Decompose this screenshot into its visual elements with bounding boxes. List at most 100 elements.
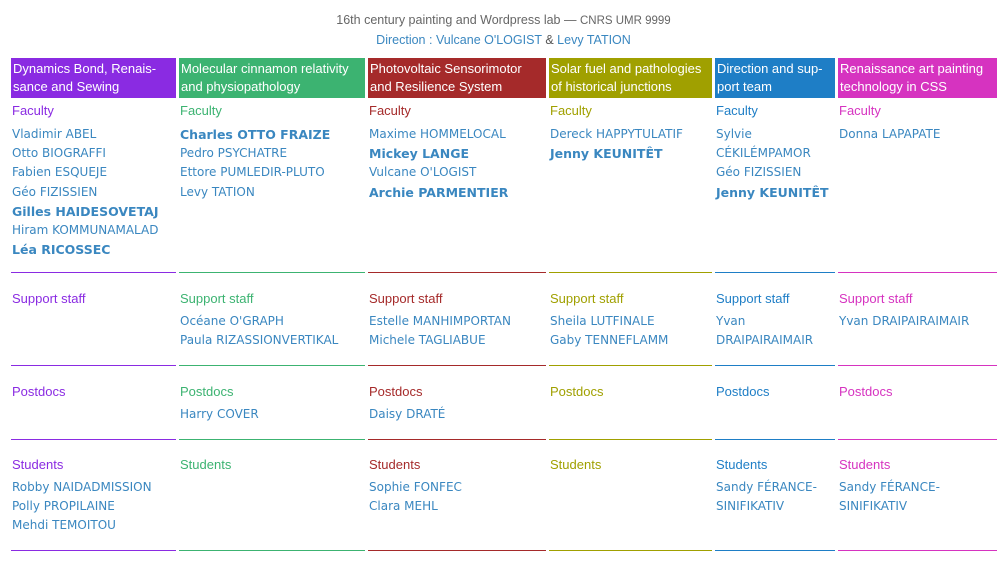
postdocs-list: Harry COVER: [180, 405, 259, 424]
person-link[interactable]: Yvan: [716, 312, 813, 331]
section-divider: [11, 439, 176, 440]
postdocs-label: Postdocs: [550, 384, 604, 399]
section-divider: [11, 365, 176, 366]
person-link[interactable]: Harry COVER: [180, 405, 259, 424]
person-link[interactable]: Charles OTTO FRAIZE: [180, 125, 330, 144]
students-label: Students: [839, 457, 891, 472]
person-link[interactable]: Fabien ESQUEJE: [12, 163, 158, 182]
person-link[interactable]: Daisy DRATÉ: [369, 405, 445, 424]
section-divider: [838, 439, 997, 440]
person-link[interactable]: Maxime HOMMELOCAL: [369, 125, 508, 144]
director-link-1[interactable]: Vulcane O'LOGIST: [436, 33, 542, 47]
person-link[interactable]: Gaby TENNEFLAMM: [550, 331, 668, 350]
lab-unit: CNRS UMR 9999: [579, 15, 671, 27]
team-header[interactable]: Solar fuel and pathologies of historical…: [549, 58, 712, 98]
person-link[interactable]: Archie PARMENTIER: [369, 183, 508, 202]
students-label: Students: [716, 457, 768, 472]
section-divider: [549, 272, 712, 273]
person-link[interactable]: Jenny KEUNITÊT: [550, 144, 683, 163]
person-link[interactable]: Hiram KOMMUNAMALAD: [12, 221, 158, 240]
team-title-line2: and physiopathology: [181, 79, 301, 94]
person-link[interactable]: Géo FIZISSIEN: [12, 183, 158, 202]
support-label: Support staff: [180, 291, 254, 306]
section-divider: [368, 365, 546, 366]
person-link[interactable]: Géo FIZISSIEN: [716, 163, 829, 182]
students-label: Students: [369, 457, 421, 472]
team-title-line2: sance and Sewing: [13, 79, 120, 94]
faculty-label: Faculty: [839, 103, 881, 118]
team-title-line1: Direction and sup-: [717, 61, 823, 76]
postdocs-label: Postdocs: [12, 384, 66, 399]
person-link[interactable]: SINIFIKATIV: [839, 497, 940, 516]
person-link[interactable]: Jenny KEUNITÊT: [716, 183, 829, 202]
person-link[interactable]: Clara MEHL: [369, 497, 462, 516]
team-header[interactable]: Molecular cinnamon relativity and physio…: [179, 58, 365, 98]
support-label: Support staff: [839, 291, 913, 306]
team-column-dynamics: Dynamics Bond, Renais- sance and Sewing …: [11, 58, 176, 551]
person-link[interactable]: Dereck HAPPYTULATIF: [550, 125, 683, 144]
person-link[interactable]: Pedro PSYCHATRE: [180, 144, 330, 163]
person-link[interactable]: Gilles HAIDESOVETAJ: [12, 202, 158, 221]
faculty-label: Faculty: [180, 103, 222, 118]
team-column-direction: Direction and sup- port team Faculty Syl…: [715, 58, 835, 551]
direction-label: Direction :: [376, 33, 433, 47]
section-divider: [11, 550, 176, 551]
person-link[interactable]: Levy TATION: [180, 183, 330, 202]
page-header: 16th century painting and Wordpress lab …: [0, 11, 1007, 50]
direction-line: Direction : Vulcane O'LOGIST & Levy TATI…: [0, 31, 1007, 50]
section-divider: [715, 365, 835, 366]
section-divider: [715, 272, 835, 273]
person-link[interactable]: DRAIPAIRAIMAIR: [716, 331, 813, 350]
section-divider: [838, 365, 997, 366]
person-link[interactable]: Vulcane O'LOGIST: [369, 163, 508, 182]
person-link[interactable]: Mickey LANGE: [369, 144, 508, 163]
faculty-label: Faculty: [716, 103, 758, 118]
person-link[interactable]: Océane O'GRAPH: [180, 312, 338, 331]
team-title-line2: technology in CSS: [840, 79, 947, 94]
team-header[interactable]: Dynamics Bond, Renais- sance and Sewing: [11, 58, 176, 98]
person-link[interactable]: Ettore PUMLEDIR-PLUTO: [180, 163, 330, 182]
director-link-2[interactable]: Levy TATION: [557, 33, 631, 47]
person-link[interactable]: Vladimir ABEL: [12, 125, 158, 144]
person-link[interactable]: Michele TAGLIABUE: [369, 331, 511, 350]
person-link[interactable]: Léa RICOSSEC: [12, 240, 158, 259]
section-divider: [368, 272, 546, 273]
students-list: Sandy FÉRANCE- SINIFIKATIV: [839, 478, 940, 516]
section-divider: [368, 550, 546, 551]
faculty-list: Donna LAPAPATE: [839, 125, 940, 144]
students-list: Sophie FONFEC Clara MEHL: [369, 478, 462, 516]
postdocs-list: Daisy DRATÉ: [369, 405, 445, 424]
person-link[interactable]: Robby NAIDADMISSION: [12, 478, 152, 497]
support-label: Support staff: [716, 291, 790, 306]
support-list: Yvan DRAIPAIRAIMAIR: [839, 312, 969, 331]
person-link[interactable]: Otto BIOGRAFFI: [12, 144, 158, 163]
team-header[interactable]: Renaissance art painting technology in C…: [838, 58, 997, 98]
person-link[interactable]: Estelle MANHIMPORTAN: [369, 312, 511, 331]
person-link[interactable]: Yvan DRAIPAIRAIMAIR: [839, 312, 969, 331]
team-column-molecular: Molecular cinnamon relativity and physio…: [179, 58, 365, 551]
support-label: Support staff: [369, 291, 443, 306]
team-header[interactable]: Photovoltaic Sensorimotor and Resilience…: [368, 58, 546, 98]
person-link[interactable]: Sylvie: [716, 125, 829, 144]
section-divider: [11, 272, 176, 273]
person-link[interactable]: Paula RIZASSIONVERTIKAL: [180, 331, 338, 350]
support-list: Océane O'GRAPH Paula RIZASSIONVERTIKAL: [180, 312, 338, 350]
faculty-list: Sylvie CÉKILÉMPAMOR Géo FIZISSIEN Jenny …: [716, 125, 829, 202]
person-link[interactable]: Sandy FÉRANCE-: [716, 478, 817, 497]
person-link[interactable]: Polly PROPILAINE: [12, 497, 152, 516]
team-header[interactable]: Direction and sup- port team: [715, 58, 835, 98]
person-link[interactable]: CÉKILÉMPAMOR: [716, 144, 829, 163]
person-link[interactable]: Sheila LUTFINALE: [550, 312, 668, 331]
person-link[interactable]: Mehdi TEMOITOU: [12, 516, 152, 535]
person-link[interactable]: Sandy FÉRANCE-: [839, 478, 940, 497]
faculty-list: Maxime HOMMELOCAL Mickey LANGE Vulcane O…: [369, 125, 508, 202]
team-column-renaissance: Renaissance art painting technology in C…: [838, 58, 997, 551]
team-title-line2: port team: [717, 79, 772, 94]
person-link[interactable]: Sophie FONFEC: [369, 478, 462, 497]
person-link[interactable]: Donna LAPAPATE: [839, 125, 940, 144]
team-title-line1: Renaissance art painting: [840, 61, 984, 76]
postdocs-label: Postdocs: [716, 384, 770, 399]
lab-title: 16th century painting and Wordpress lab …: [0, 11, 1007, 31]
team-title-line2: and Resilience System: [370, 79, 503, 94]
person-link[interactable]: SINIFIKATIV: [716, 497, 817, 516]
